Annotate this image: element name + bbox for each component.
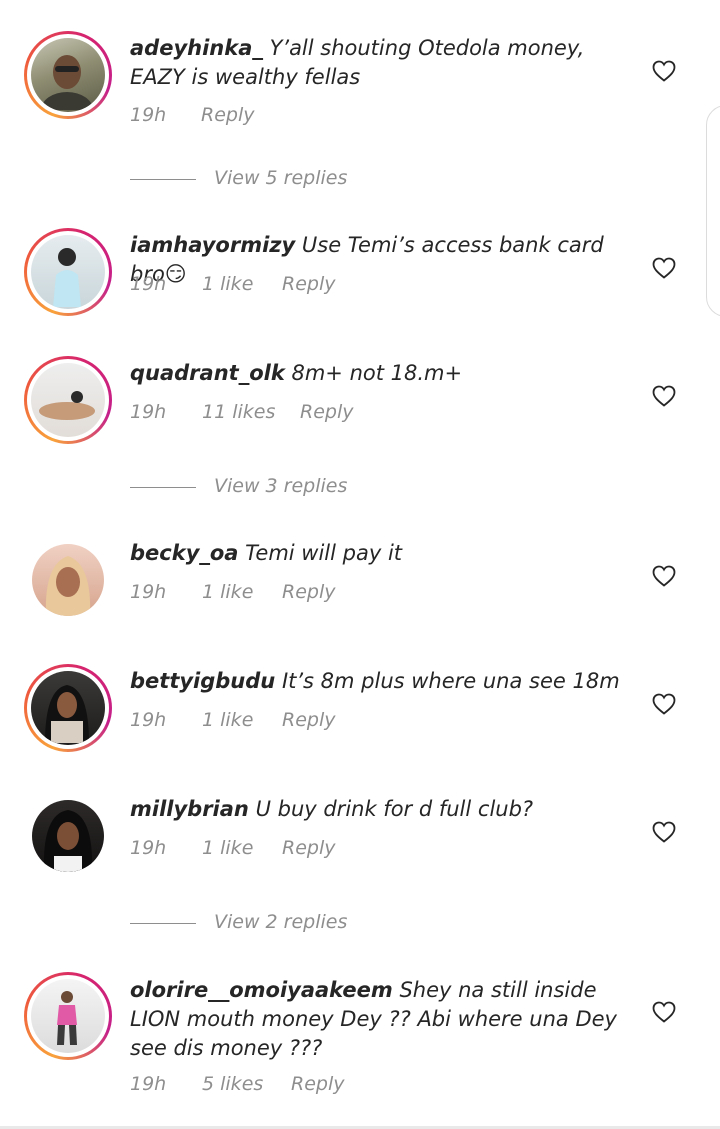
divider xyxy=(130,179,196,180)
comment-text: bettyigbudu It’s 8m plus where una see 1… xyxy=(130,667,630,696)
comment-time: 19h xyxy=(130,401,167,423)
avatar[interactable] xyxy=(24,664,112,752)
reply-button[interactable]: Reply xyxy=(291,1073,344,1095)
heart-outline-icon[interactable] xyxy=(652,821,676,843)
comment-body: U buy drink for d full club? xyxy=(255,797,534,821)
comment-username[interactable]: adeyhinka_ xyxy=(130,36,263,60)
comment-time: 19h xyxy=(130,581,167,603)
like-count[interactable]: 1 like xyxy=(202,837,253,859)
comment-body: Temi will pay it xyxy=(245,541,403,565)
comment-username[interactable]: iamhayormizy xyxy=(130,233,295,257)
view-replies-button[interactable]: View 5 replies xyxy=(130,167,430,191)
avatar[interactable] xyxy=(24,356,112,444)
comment-body: It’s 8m plus where una see 18m xyxy=(281,669,620,693)
comment-text: becky_oa Temi will pay it xyxy=(130,539,630,568)
comment-text: quadrant_olk 8m+ not 18.m+ xyxy=(130,359,630,388)
comment-text: olorire__omoiyaakeem Shey na still insid… xyxy=(130,976,630,1063)
comment-username[interactable]: quadrant_olk xyxy=(130,361,285,385)
avatar[interactable] xyxy=(24,972,112,1060)
side-panel-handle[interactable] xyxy=(706,105,720,317)
heart-outline-icon[interactable] xyxy=(652,385,676,407)
reply-button[interactable]: Reply xyxy=(282,837,335,859)
avatar[interactable] xyxy=(24,31,112,119)
comment-username[interactable]: bettyigbudu xyxy=(130,669,275,693)
like-count[interactable]: 1 like xyxy=(202,581,253,603)
comment-time: 19h xyxy=(130,837,167,859)
comment-text: millybrian U buy drink for d full club? xyxy=(130,795,630,824)
divider xyxy=(130,923,196,924)
comment-username[interactable]: becky_oa xyxy=(130,541,238,565)
divider xyxy=(130,487,196,488)
heart-outline-icon[interactable] xyxy=(652,257,676,279)
comment-body: 8m+ not 18.m+ xyxy=(291,361,463,385)
reply-button[interactable]: Reply xyxy=(282,709,335,731)
reply-button[interactable]: Reply xyxy=(300,401,353,423)
reply-button[interactable]: Reply xyxy=(282,273,335,295)
view-replies-button[interactable]: View 2 replies xyxy=(130,911,430,935)
view-replies-label[interactable]: View 2 replies xyxy=(214,911,347,933)
comment-time: 19h xyxy=(130,709,167,731)
avatar[interactable] xyxy=(32,800,104,872)
comment-time: 19h xyxy=(130,273,167,295)
heart-outline-icon[interactable] xyxy=(652,565,676,587)
comment-username[interactable]: millybrian xyxy=(130,797,249,821)
view-replies-label[interactable]: View 3 replies xyxy=(214,475,347,497)
comment-time: 19h xyxy=(130,104,167,126)
comment-time: 19h xyxy=(130,1073,167,1095)
reply-button[interactable]: Reply xyxy=(282,581,335,603)
like-count[interactable]: 1 like xyxy=(202,709,253,731)
avatar[interactable] xyxy=(32,544,104,616)
heart-outline-icon[interactable] xyxy=(652,60,676,82)
reply-button[interactable]: Reply xyxy=(201,104,254,126)
like-count[interactable]: 1 like xyxy=(202,273,253,295)
avatar[interactable] xyxy=(24,228,112,316)
view-replies-button[interactable]: View 3 replies xyxy=(130,475,430,499)
like-count[interactable]: 5 likes xyxy=(202,1073,263,1095)
heart-outline-icon[interactable] xyxy=(652,693,676,715)
view-replies-label[interactable]: View 5 replies xyxy=(214,167,347,189)
like-count[interactable]: 11 likes xyxy=(202,401,275,423)
comment-text: adeyhinka_ Y’all shouting Otedola money,… xyxy=(130,34,630,92)
comment-username[interactable]: olorire__omoiyaakeem xyxy=(130,978,393,1002)
heart-outline-icon[interactable] xyxy=(652,1001,676,1023)
